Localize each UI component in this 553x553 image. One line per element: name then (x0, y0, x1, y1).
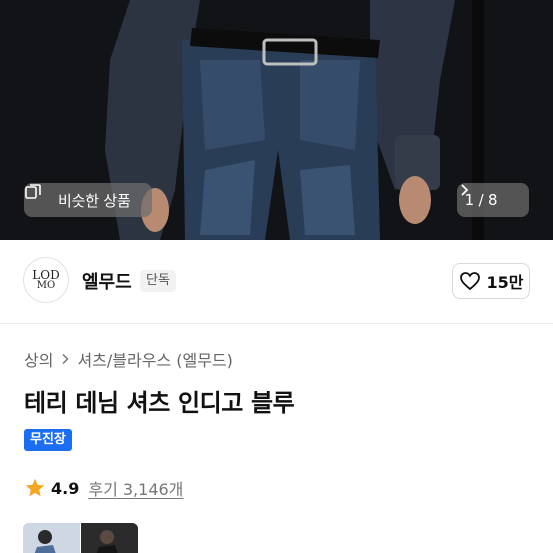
chevron-right-icon (461, 184, 521, 209)
similar-products-label: 비슷한 상품 (58, 191, 131, 210)
chevron-right-icon (59, 353, 71, 365)
like-button[interactable]: 15만 (452, 263, 530, 299)
brand-name[interactable]: 엘무드 (82, 268, 132, 294)
image-counter-button[interactable]: 1 / 8 (457, 183, 529, 217)
like-count: 15만 (486, 273, 524, 292)
brand-logo[interactable]: LOD MO (23, 257, 69, 303)
rating-score: 4.9 (51, 478, 80, 498)
reviews-link[interactable]: 후기 3,146개 (88, 476, 183, 500)
similar-products-icon (25, 184, 52, 209)
promo-tag: 무진장 (24, 429, 72, 451)
rating-row: 4.9 후기 3,146개 (24, 476, 183, 500)
breadcrumb: 상의 셔츠/블라우스 (엘무드) (24, 347, 233, 371)
review-thumbnail[interactable] (81, 523, 138, 553)
star-icon (24, 477, 46, 499)
product-hero-image[interactable]: 비슷한 상품 1 / 8 (0, 0, 553, 240)
exclusive-badge: 단독 (140, 270, 176, 292)
product-title: 테리 데님 셔츠 인디고 블루 (24, 389, 295, 417)
review-thumbnails (23, 523, 138, 553)
similar-products-button[interactable]: 비슷한 상품 (24, 183, 152, 217)
heart-icon (459, 271, 481, 291)
brand-row: LOD MO 엘무드 단독 15만 (0, 240, 553, 324)
review-thumbnail[interactable] (23, 523, 80, 553)
brand-logo-text-bottom: MO (36, 280, 56, 291)
breadcrumb-item-category[interactable]: 상의 (24, 347, 53, 371)
breadcrumb-item-subcategory[interactable]: 셔츠/블라우스 (엘무드) (77, 347, 232, 371)
